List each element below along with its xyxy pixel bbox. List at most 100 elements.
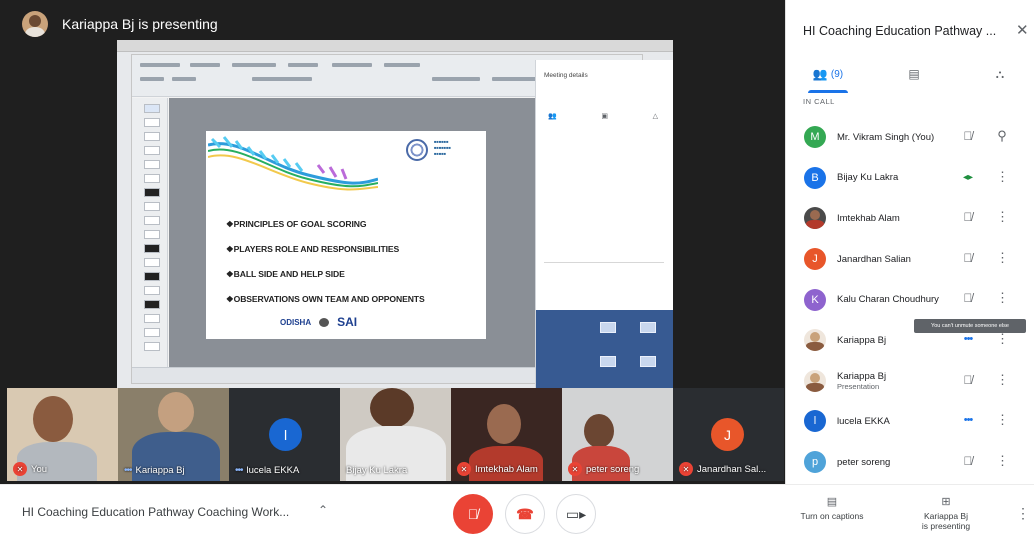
close-icon[interactable]: ✕ <box>1016 21 1029 39</box>
meeting-details-title: Meeting details <box>544 72 588 79</box>
captions-label: Turn on captions <box>800 511 864 521</box>
activities-icon: ⛬ <box>995 66 1005 81</box>
presenter-avatar <box>22 11 48 37</box>
slide-bullet: ❖OBSERVATIONS OWN TEAM AND OPPONENTS <box>226 294 425 304</box>
more-options-icon[interactable]: ⋮ <box>996 372 1009 388</box>
mic-toggle-button[interactable]: 🎙̸ <box>453 494 493 534</box>
presenter-text: Kariappa Bj is presenting <box>62 16 218 32</box>
speaking-dots-icon: ••• <box>124 465 132 476</box>
participant-row[interactable]: Kariappa Bj Presentation 🎙̸ ⋮ <box>786 361 1034 402</box>
avatar <box>804 207 826 230</box>
participant-name: Kariappa Bj <box>837 334 887 346</box>
participant-name: Mr. Vikram Singh (You) <box>837 131 935 143</box>
camera-toggle-button[interactable]: ▭▸ <box>556 494 596 534</box>
video-tile-kariappa[interactable]: ••• Kariappa Bj <box>118 388 229 481</box>
slide-bullet: ❖PRINCIPLES OF GOAL SCORING <box>226 219 367 229</box>
present-button[interactable]: ⊞ Kariappa Bj is presenting <box>906 495 986 531</box>
mic-off-icon: 🎙̸ <box>963 250 973 265</box>
tab-people-count: (9) <box>830 68 844 80</box>
participant-name: Kalu Charan Choudhury <box>837 294 939 306</box>
tile-label: Janardhan Sal... <box>697 463 767 475</box>
shared-meeting-details-panel: Meeting details 👥 ▣ △ <box>535 60 673 388</box>
divider <box>544 262 664 263</box>
video-tile-you[interactable]: ✕ You <box>7 388 118 481</box>
captions-button[interactable]: ▤ Turn on captions <box>796 495 868 521</box>
video-tile-peter[interactable]: ✕ peter soreng <box>562 388 673 481</box>
video-tile-lucela[interactable]: l ••• lucela EKKA <box>229 388 340 481</box>
mac-menu-bar <box>117 40 673 52</box>
chevron-up-icon[interactable]: ⌃ <box>318 503 328 517</box>
mic-off-icon: ✕ <box>457 462 471 476</box>
video-tile-imtekhab[interactable]: ✕ Imtekhab Alam <box>451 388 562 481</box>
pin-icon[interactable]: ⚲ <box>996 128 1008 144</box>
hang-up-icon: ☎ <box>516 505 534 522</box>
participant-row[interactable]: l lucela EKKA ••• ⋮ <box>786 401 1034 442</box>
camera-icon: ▭▸ <box>565 505 587 522</box>
coaching-seal-icon <box>406 139 428 161</box>
avatar: p <box>804 451 826 474</box>
participant-row[interactable]: Imtekhab Alam 🎙̸ ⋮ <box>786 198 1034 239</box>
participant-row[interactable]: M Mr. Vikram Singh (You) 🎙̸ ⚲ <box>786 117 1034 158</box>
more-options-icon[interactable]: ⋮ <box>996 169 1009 185</box>
more-options-icon[interactable]: ⋮ <box>996 412 1009 428</box>
more-options-icon[interactable]: ⋮ <box>996 250 1009 266</box>
video-tile-bijay[interactable]: Bijay Ku Lakra <box>340 388 451 481</box>
avatar <box>804 329 826 352</box>
coaching-brand-logo: ■■■■■■ ■■■■■■■ ■■■■■ <box>434 139 451 156</box>
more-options-icon[interactable]: ⋮ <box>996 209 1009 225</box>
participant-name: Imtekhab Alam <box>837 212 900 224</box>
avatar: J <box>804 248 826 271</box>
main-stage: Kariappa Bj is presenting ■■■■■■ ■■■■■■■… <box>0 0 785 484</box>
slide-thumbnails <box>132 98 168 368</box>
participant-name: lucela EKKA <box>837 415 890 427</box>
avatar: J <box>711 418 744 451</box>
participant-name: Bijay Ku Lakra <box>837 172 899 184</box>
meeting-details-icons: 👥 ▣ △ <box>548 113 658 120</box>
participant-row[interactable]: K Kalu Charan Choudhury 🎙̸ ⋮ <box>786 279 1034 320</box>
participant-name: Janardhan Salian <box>837 253 911 265</box>
mic-off-icon: 🎙̸ <box>963 129 973 143</box>
speaking-dots-icon: ••• <box>963 414 974 427</box>
present-screen-icon: ⊞ <box>941 496 951 508</box>
presenting-label: Kariappa Bj is presenting <box>921 511 971 531</box>
tile-label: lucela EKKA <box>246 465 300 476</box>
participant-row[interactable]: J Janardhan Salian 🎙̸ ⋮ <box>786 239 1034 280</box>
mic-off-icon: 🎙̸ <box>963 291 973 306</box>
captions-icon: ▤ <box>826 496 838 508</box>
mic-off-icon: 🎙̸ <box>963 210 973 225</box>
sidebar-title: HI Coaching Education Pathway ... <box>803 24 997 38</box>
chat-icon: ▤ <box>908 67 920 81</box>
mic-off-icon: ✕ <box>13 462 27 476</box>
meeting-title[interactable]: HI Coaching Education Pathway Coaching W… <box>22 505 289 519</box>
more-options-icon[interactable]: ⋮ <box>996 453 1009 469</box>
hockey-logo-icon <box>319 317 330 327</box>
tile-label: Kariappa Bj <box>135 465 185 476</box>
participant-row[interactable]: B Bijay Ku Lakra ◂▸ ⋮ <box>786 158 1034 199</box>
odisha-logo: ODISHA <box>280 317 312 327</box>
avatar: l <box>269 418 302 451</box>
current-slide: ■■■■■■ ■■■■■■■ ■■■■■ ❖PRINCIPLES OF GOAL S… <box>206 131 486 339</box>
tab-chat[interactable]: ▤ <box>886 55 942 93</box>
leave-call-button[interactable]: ☎ <box>505 494 545 534</box>
more-options-icon[interactable]: ⋮ <box>1016 505 1030 522</box>
participant-row[interactable]: p peter soreng 🎙̸ ⋮ <box>786 442 1034 483</box>
video-tile-janardhan[interactable]: J ✕ Janardhan Sal... <box>673 388 784 481</box>
speaking-indicator-icon: ◂▸ <box>962 171 974 183</box>
mic-off-icon: 🎙̸ <box>963 453 973 468</box>
more-options-icon[interactable]: ⋮ <box>996 331 1009 347</box>
mic-off-icon: ✕ <box>679 462 693 476</box>
tab-people[interactable]: 👥 (9) <box>800 55 856 93</box>
more-options-icon[interactable]: ⋮ <box>996 290 1009 306</box>
tab-activities[interactable]: ⛬ <box>972 55 1028 93</box>
avatar: K <box>804 288 826 311</box>
mic-off-icon: 🎙̸ <box>467 506 479 522</box>
sidebar-tabs: 👥 (9) ▤ ⛬ <box>786 55 1034 93</box>
meeting-controls-bar: HI Coaching Education Pathway Coaching W… <box>0 484 1034 540</box>
avatar <box>804 369 826 392</box>
desktop-background <box>536 310 673 388</box>
avatar: B <box>804 166 826 189</box>
participant-name: Kariappa Bj <box>837 370 887 382</box>
avatar: M <box>804 126 826 149</box>
tile-label: You <box>31 463 48 475</box>
tile-label: peter soreng <box>586 463 640 475</box>
